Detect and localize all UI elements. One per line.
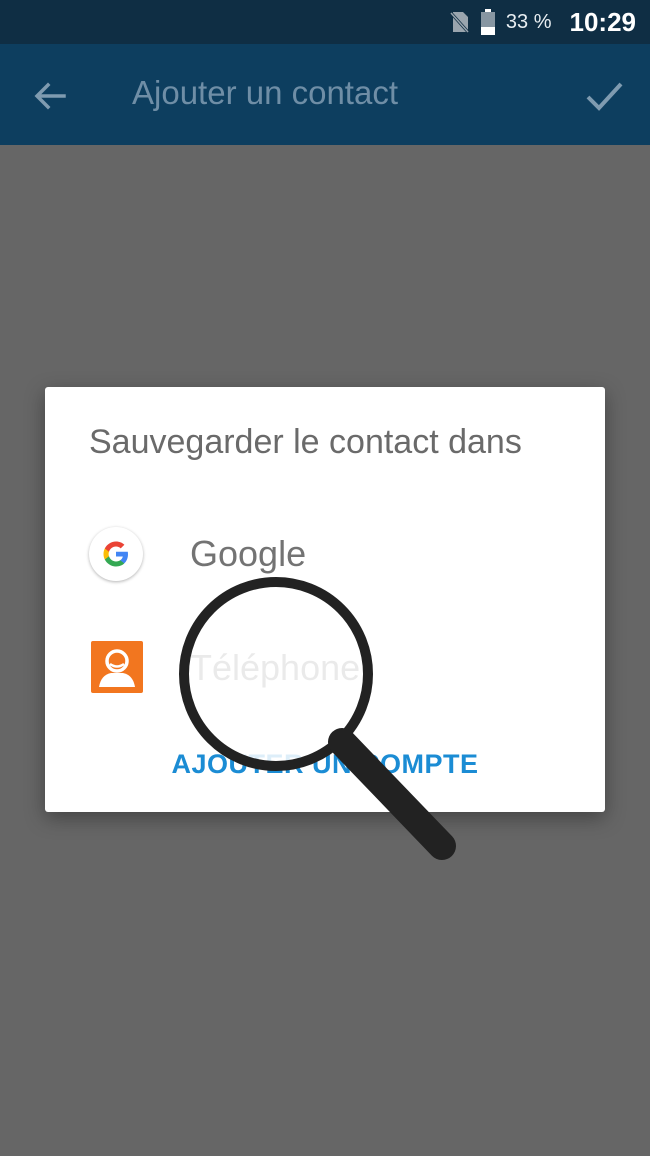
add-account-button[interactable]: AJOUTER UN COMPTE <box>45 749 605 780</box>
app-bar: Ajouter un contact <box>0 44 650 145</box>
save-contact-dialog: Sauvegarder le contact dans Google Télép… <box>45 387 605 812</box>
status-indicators: 33 % 10:29 <box>448 0 636 44</box>
clock: 10:29 <box>569 6 637 37</box>
account-option-google[interactable]: Google <box>45 507 605 597</box>
battery-percent: 33 % <box>505 10 552 33</box>
page-title: Ajouter un contact <box>132 74 398 111</box>
arrow-back-icon[interactable] <box>30 76 70 116</box>
account-option-label: Téléphone <box>190 647 361 688</box>
google-icon <box>89 527 143 581</box>
check-icon[interactable] <box>582 74 626 118</box>
account-option-label: Google <box>190 533 307 574</box>
no-sim-icon <box>449 11 470 34</box>
status-bar: 33 % 10:29 <box>0 0 650 44</box>
dialog-title: Sauvegarder le contact dans <box>89 423 522 461</box>
battery-icon <box>480 9 495 35</box>
account-option-phone[interactable]: Téléphone <box>45 621 605 711</box>
phone-contact-icon <box>91 641 143 693</box>
